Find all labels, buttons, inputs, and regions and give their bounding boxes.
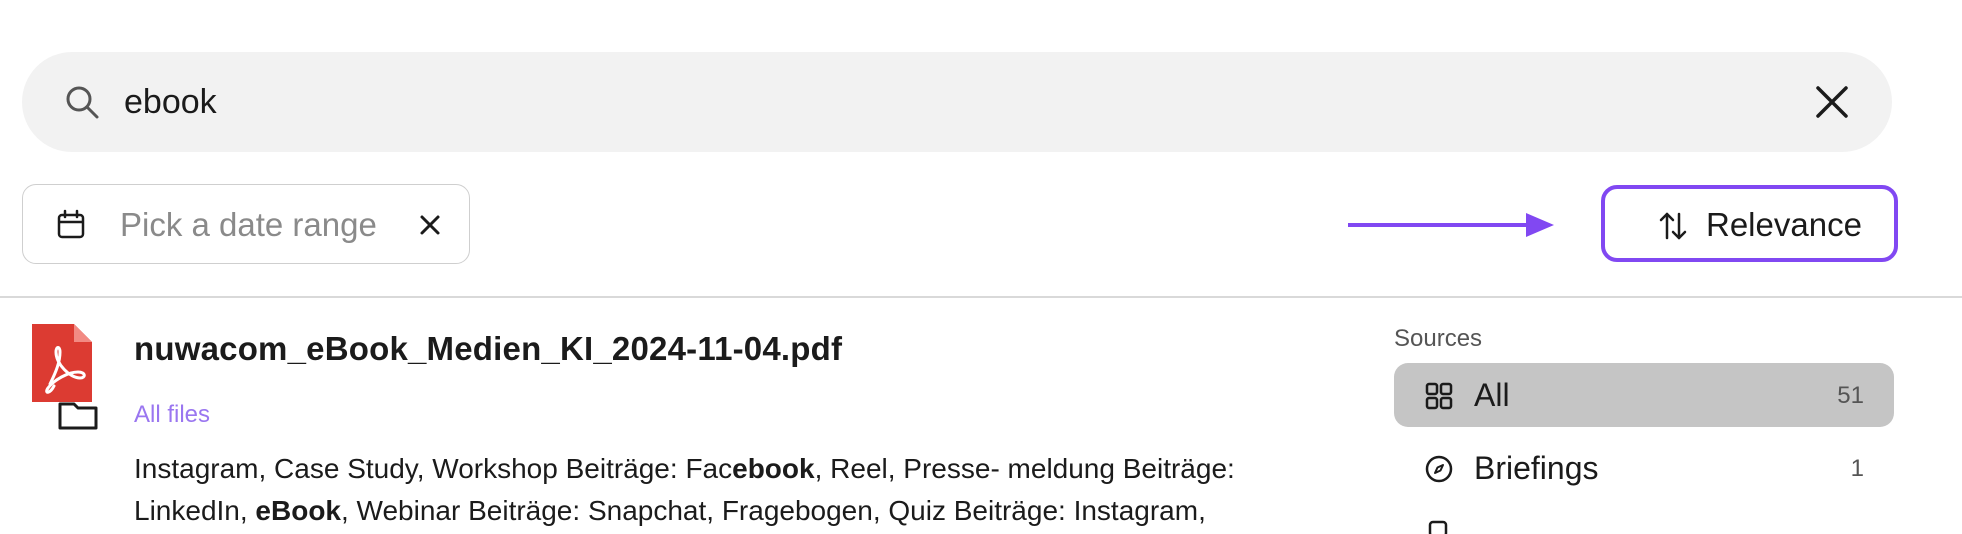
pdf-file-icon — [32, 324, 98, 430]
snippet-line-1: Instagram, Case Study, Workshop Beiträge… — [134, 453, 1235, 484]
sort-label: Relevance — [1706, 206, 1862, 243]
annotation-arrow-icon — [1348, 213, 1554, 237]
date-range-placeholder: Pick a date range — [120, 206, 377, 243]
source-item-label: Briefings — [1474, 450, 1599, 486]
result-snippet: Instagram, Case Study, Workshop Beiträge… — [134, 448, 1344, 532]
result-source-link[interactable]: All files — [134, 400, 210, 430]
divider — [0, 296, 1962, 298]
source-item-count: 51 — [1837, 382, 1864, 409]
sources-heading: Sources — [1394, 325, 1483, 352]
partial-source-icon — [1428, 520, 1448, 534]
date-range-picker[interactable]: Pick a date range — [22, 184, 470, 264]
sort-arrows-icon — [1659, 212, 1687, 240]
search-icon — [66, 86, 99, 119]
clear-search-icon[interactable] — [1812, 82, 1852, 122]
source-item-briefings[interactable]: Briefings 1 — [1394, 436, 1894, 500]
sort-relevance-button[interactable]: Relevance — [1601, 185, 1898, 262]
clear-date-icon[interactable] — [416, 211, 444, 239]
snippet-line-2: LinkedIn, eBook, Webinar Beiträge: Snapc… — [134, 495, 1206, 526]
calendar-icon — [57, 209, 85, 239]
search-bar[interactable]: ebook — [22, 52, 1892, 152]
source-item-all[interactable]: All 51 — [1394, 363, 1894, 427]
grid-icon — [1425, 382, 1453, 410]
result-title-link[interactable]: nuwacom_eBook_Medien_KI_2024-11-04.pdf — [134, 328, 842, 370]
source-item-count: 1 — [1850, 455, 1864, 482]
source-item-label: All — [1474, 377, 1510, 413]
compass-icon — [1425, 455, 1453, 483]
folder-icon — [58, 402, 98, 430]
search-input[interactable]: ebook — [124, 82, 217, 122]
